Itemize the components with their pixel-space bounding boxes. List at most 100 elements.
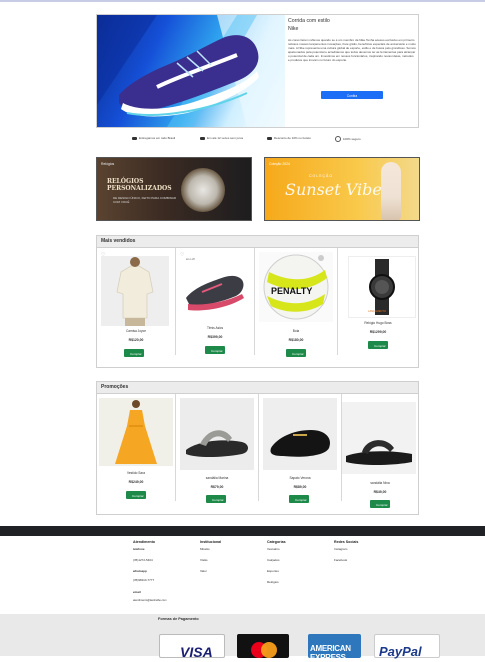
banner-colecao[interactable]: Coleção 2024 COLEÇÃO Sunset Vibe	[264, 157, 420, 221]
top-divider	[0, 0, 485, 2]
product-card[interactable]: ♡ Camisa Joyce R$120,00 Comprar	[97, 248, 176, 357]
product-name: Tênis Asics	[206, 326, 224, 330]
product-image	[342, 402, 416, 474]
product-image	[182, 262, 250, 316]
product-price: R$399,00	[207, 335, 223, 339]
footer-col-title: Institucional	[200, 540, 222, 544]
product-card[interactable]: sandália Marina R$79,00 Comprar	[176, 394, 259, 503]
banner-tag: Coleção 2024	[269, 162, 290, 166]
barcode-icon	[267, 136, 272, 140]
feature-label: Em até 12 vezes sem juros	[207, 136, 244, 140]
feature-label: Entregamos em todo Brasil	[139, 136, 176, 140]
product-card[interactable]: ♡ só o off Tênis Asics R$399,00 Comprar	[176, 248, 255, 355]
product-price: R$1299,00	[369, 330, 387, 334]
footer: Atendimento telefone (35)1272-5404 whats…	[0, 536, 485, 614]
product-name: Bola	[292, 329, 300, 333]
product-image	[348, 256, 416, 318]
buy-button[interactable]: Comprar	[124, 349, 144, 357]
product-image	[180, 398, 254, 470]
footer-link[interactable]: Missão	[200, 547, 250, 551]
footer-link[interactable]: Valor	[200, 569, 250, 573]
buy-button[interactable]: Comprar	[368, 341, 388, 349]
footer-institucional: Institucional Missão Visão Valor	[200, 540, 250, 573]
product-card[interactable]: Sapato Verona R$89,00 Comprar	[259, 394, 342, 503]
shield-icon	[335, 136, 341, 142]
paypal-logo: PayPal	[374, 634, 440, 659]
footer-top-bar	[0, 526, 485, 536]
product-image: PENALTY	[259, 252, 333, 322]
features-bar: Entregamos em todo Brasil Em até 12 veze…	[130, 136, 430, 150]
feature-installments: Em até 12 vezes sem juros	[200, 136, 250, 141]
buy-button[interactable]: Comprar	[126, 491, 146, 499]
footer-link[interactable]: Relógios	[267, 580, 317, 584]
buy-button[interactable]: Comprar	[289, 495, 309, 503]
phone-value[interactable]: (35)1272-5404	[133, 558, 193, 562]
feature-discount: Desconto de 10% no boleto	[267, 136, 317, 141]
footer-redes: Redes Sociais Instagram Facebook	[334, 540, 394, 562]
banner-subtitle: DE DESIGN ÚNICO, FEITO PARA COMBINAR COM…	[113, 196, 177, 204]
mastercard-logo	[237, 634, 289, 658]
hero-title: Corrida com estilo	[288, 18, 330, 24]
product-price: R$79,00	[210, 485, 224, 489]
banner-small-text: COLEÇÃO	[309, 174, 334, 178]
credit-card-icon	[200, 136, 205, 140]
amex-logo: AMERICAN EXPRESS	[308, 634, 361, 662]
buy-button[interactable]: Comprar	[205, 346, 225, 354]
hero-sneaker-image	[97, 15, 285, 127]
product-name: Vestido Sara	[126, 471, 146, 475]
hero-description: As cores fazem reflexos quando se é um m…	[288, 38, 416, 63]
product-price: R$89,00	[293, 485, 307, 489]
watch-image	[181, 168, 225, 212]
section-mais-vendidos: Mais vendidos ♡ Camisa Joyce R$120,00 Co…	[96, 235, 419, 368]
buy-button[interactable]: Comprar	[370, 500, 390, 508]
email-label: email	[133, 590, 141, 594]
product-price: R$49,00	[373, 490, 387, 494]
product-image	[263, 398, 337, 470]
product-image	[99, 398, 173, 466]
footer-col-title: Atendimento	[133, 540, 155, 544]
footer-col-title: Redes Sociais	[334, 540, 359, 544]
banner-title: RELÓGIOS PERSONALIZADOS	[107, 178, 172, 192]
confira-button[interactable]: Confira	[321, 91, 383, 99]
footer-link[interactable]: Vestuário	[267, 547, 317, 551]
footer-col-title: Categorias	[267, 540, 286, 544]
footer-categorias: Categorias Vestuário Calçados Esportes R…	[267, 540, 317, 584]
visa-text: VISA	[180, 644, 213, 660]
whatsapp-value[interactable]: (35)98110-7777	[133, 578, 193, 582]
hero-text: Corrida com estilo Nike As cores fazem r…	[288, 18, 416, 63]
paypal-text: PayPal	[379, 644, 422, 659]
whatsapp-label: whatsapp	[133, 569, 147, 573]
heart-icon[interactable]: ♡	[180, 253, 185, 258]
product-name: sandália Nina	[370, 481, 390, 485]
product-card[interactable]: sandália Nina R$49,00 Comprar	[342, 394, 418, 508]
payment-title: Formas de Pagamento	[158, 617, 199, 621]
feature-label: 100% seguro	[343, 136, 361, 141]
section-promocoes: Promoções Vestido Sara R$249,00 Comprar …	[96, 381, 419, 515]
product-name: Relógio Hugo Boss	[364, 321, 392, 325]
banner-relogios[interactable]: Relógios RELÓGIOS PERSONALIZADOS DE DESI…	[96, 157, 252, 221]
footer-link[interactable]: Esportes	[267, 569, 317, 573]
buy-button[interactable]: Comprar	[206, 495, 226, 503]
product-card[interactable]: PENALTY Bola R$180,00 Comprar	[255, 248, 338, 357]
banner-tag: Relógios	[101, 162, 115, 166]
product-card[interactable]: LANÇAMENTO Relógio Hugo Boss R$1299,00 C…	[338, 248, 418, 355]
product-price: R$249,00	[128, 480, 144, 484]
footer-link[interactable]: Instagram	[334, 547, 394, 551]
svg-text:PENALTY: PENALTY	[271, 286, 312, 296]
product-badge: LANÇAMENTO	[368, 310, 386, 313]
footer-link[interactable]: Facebook	[334, 558, 394, 562]
product-badge: só o off	[186, 258, 195, 261]
feature-secure: 100% seguro	[335, 136, 375, 142]
product-card[interactable]: Vestido Sara R$249,00 Comprar	[97, 394, 176, 501]
hero-subtitle: Nike	[288, 26, 299, 32]
product-price: R$180,00	[288, 338, 304, 342]
section-title: Mais vendidos	[97, 236, 418, 248]
footer-link[interactable]: Calçados	[267, 558, 317, 562]
footer-atendimento: Atendimento telefone (35)1272-5404 whats…	[133, 540, 193, 602]
hero-card: Corrida com estilo Nike As cores fazem r…	[96, 14, 419, 128]
product-name: sandália Marina	[205, 476, 229, 480]
buy-button[interactable]: Comprar	[286, 349, 306, 357]
product-image	[101, 256, 169, 326]
email-value[interactable]: atendimento@lavshelbe.com	[133, 599, 193, 602]
footer-link[interactable]: Visão	[200, 558, 250, 562]
